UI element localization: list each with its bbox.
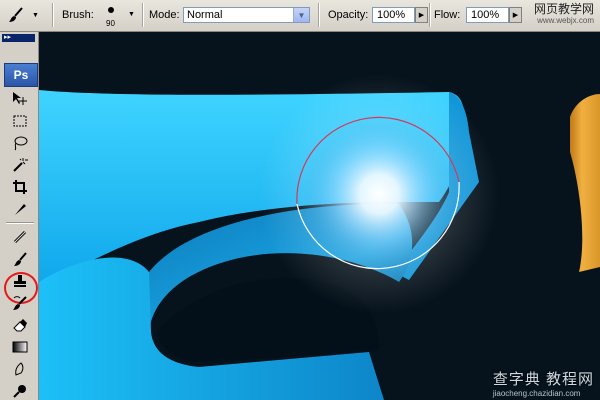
lasso-tool[interactable] — [11, 134, 29, 152]
marquee-tool[interactable] — [11, 112, 29, 130]
mode-select[interactable]: Normal ▼ — [183, 7, 310, 23]
crop-tool[interactable] — [11, 178, 29, 196]
magic-wand-icon — [13, 158, 28, 172]
toolbox: ▸▸ Ps — [0, 32, 39, 400]
watermark-bottom-text: 查字典 教程网 — [492, 371, 594, 388]
brush-icon — [4, 3, 28, 27]
mode-label: Mode: — [149, 9, 180, 21]
watermark-top-text: 网页教学网 — [533, 2, 594, 16]
watermark-top-url: www.webjx.com — [537, 16, 594, 25]
rectangular-marquee-icon — [13, 115, 27, 127]
brush-icon — [14, 252, 27, 266]
move-icon — [13, 92, 27, 105]
chevron-down-icon: ▼ — [32, 11, 39, 19]
gradient-tool[interactable] — [11, 338, 29, 356]
divider — [429, 3, 431, 27]
opacity-input[interactable]: 100% — [372, 7, 415, 23]
flow-slider-arrow-icon[interactable]: ▶ — [509, 7, 522, 23]
gradient-icon — [12, 341, 28, 353]
crop-icon — [13, 180, 27, 194]
eraser-tool[interactable] — [11, 316, 29, 334]
magic-wand-tool[interactable] — [11, 156, 29, 174]
eraser-icon — [13, 319, 27, 332]
brush-preset-picker[interactable]: 90 — [96, 2, 128, 30]
brush-tip-icon — [108, 7, 114, 13]
move-tool[interactable] — [11, 90, 29, 108]
history-brush-tool[interactable] — [11, 294, 29, 312]
dodge-icon — [13, 385, 26, 398]
brush-tool[interactable] — [11, 250, 29, 268]
photoshop-logo[interactable]: Ps — [4, 63, 38, 87]
tool-preset-picker[interactable]: ▼ — [4, 3, 48, 27]
healing-brush-tool[interactable] — [11, 228, 29, 246]
mode-dropdown-chevron-icon[interactable]: ▼ — [293, 8, 309, 22]
clone-stamp-icon — [14, 275, 26, 287]
opacity-slider-arrow-icon[interactable]: ▶ — [415, 7, 428, 23]
toolbox-titlebar[interactable]: ▸▸ — [2, 34, 35, 42]
watermark-top: 网页教学网 www.webjx.com — [534, 3, 594, 27]
brush-picker-chevron-icon[interactable]: ▼ — [128, 11, 135, 18]
flow-label: Flow: — [434, 9, 461, 21]
brush-size: 90 — [106, 19, 115, 28]
orange-letter-shape — [570, 94, 600, 272]
document-canvas[interactable]: 查字典 教程网 jiaocheng.chazidian.com — [39, 32, 600, 400]
artwork — [39, 74, 600, 400]
slice-knife-icon — [15, 204, 26, 215]
divider — [318, 3, 320, 27]
flow-input[interactable]: 100% — [466, 7, 509, 23]
brush-label: Brush: — [62, 9, 94, 21]
toolbox-divider — [6, 222, 34, 224]
clone-stamp-tool[interactable] — [11, 272, 29, 290]
dodge-tool[interactable] — [11, 382, 29, 400]
mode-value: Normal — [187, 9, 223, 21]
divider — [52, 3, 54, 27]
smudge-tool[interactable] — [11, 360, 29, 378]
history-brush-icon — [13, 296, 27, 310]
healing-brush-icon — [13, 230, 27, 244]
divider — [142, 3, 144, 27]
slice-tool[interactable] — [11, 200, 29, 218]
opacity-label: Opacity: — [328, 9, 369, 21]
smudge-finger-icon — [15, 362, 24, 376]
options-bar: ▼ Brush: 90 ▼ Mode: Normal ▼ Opacity: 10… — [0, 0, 600, 32]
lasso-icon — [14, 136, 28, 151]
watermark-bottom-url: jiaocheng.chazidian.com — [492, 389, 581, 398]
watermark-bottom: 查字典 教程网 jiaocheng.chazidian.com — [493, 368, 594, 398]
brush-glow — [301, 116, 457, 272]
